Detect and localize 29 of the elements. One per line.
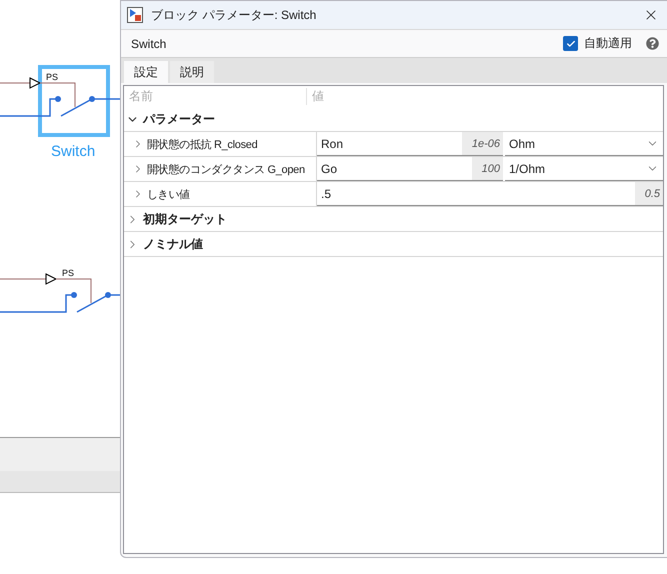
block-label: Switch [51,143,96,160]
signal-line [40,82,76,108]
port-label: PS [62,268,74,278]
block-name: Switch [131,36,168,50]
parameter-name: しきい値 [147,188,190,202]
port-label: PS [46,72,58,82]
parameter-name: 開状態のコンダクタンス G_open [147,162,305,176]
port-triangle-icon [30,77,42,89]
group-label: ノミナル値 [143,236,203,252]
tab[interactable]: 説明 [170,61,214,83]
auto-apply-checkbox[interactable] [563,36,578,51]
default-value: 100 [472,157,503,180]
block-icon [127,7,143,23]
default-value: 0.5 [634,182,663,205]
checkmark-icon [566,38,576,48]
port-triangle-icon [46,273,58,285]
signal-line [0,82,30,84]
default-value: 1e-06 [462,132,503,155]
tab[interactable]: 設定 [124,61,168,83]
group-label: パラメーター [143,110,215,128]
auto-apply-label: 自動適用 [584,35,632,52]
signal-line [0,278,46,280]
parameter-name: 開状態の抵抗 R_closed [147,138,258,152]
window-title: ブロック パラメーター: Switch [151,6,318,24]
group-label: 初期ターゲット [143,210,227,228]
column-header: 値 [311,88,324,105]
column-header: 名前 [124,88,307,105]
help-icon[interactable] [646,37,659,50]
signal-line [56,278,92,304]
